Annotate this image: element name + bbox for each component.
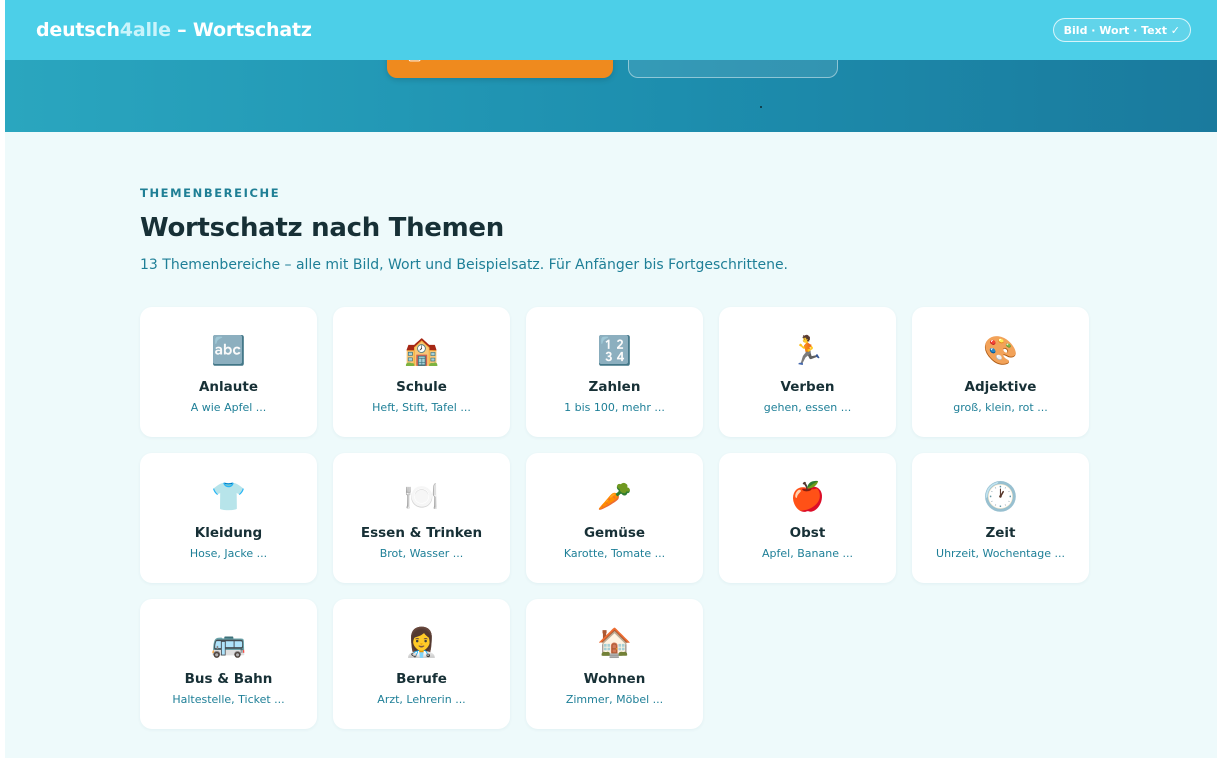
- school-icon: 🏫: [404, 334, 439, 367]
- topic-examples: Hose, Jacke ...: [189, 547, 268, 560]
- topic-examples: Heft, Stift, Tafel ...: [372, 401, 471, 414]
- doctor-icon: 👩‍⚕️: [404, 626, 439, 659]
- clock-icon: 🕐: [983, 480, 1018, 513]
- house-icon: 🏠: [597, 626, 632, 659]
- cursor-dot: [760, 106, 762, 108]
- topic-card[interactable]: 👩‍⚕️ Berufe Arzt, Lehrerin ...: [333, 599, 510, 729]
- topic-name: Kleidung: [194, 525, 263, 541]
- topic-card[interactable]: 👕 Kleidung Hose, Jacke ...: [140, 453, 317, 583]
- topic-card[interactable]: 🏫 Schule Heft, Stift, Tafel ...: [333, 307, 510, 437]
- bus-icon: 🚌: [211, 626, 246, 659]
- topic-card[interactable]: 🔢 Zahlen 1 bis 100, mehr ...: [526, 307, 703, 437]
- section-eyebrow: THEMENBEREICHE: [140, 186, 281, 200]
- section-title: Wortschatz nach Themen: [140, 213, 504, 243]
- topic-examples: Uhrzeit, Wochentage ...: [936, 547, 1065, 560]
- topic-name: Gemüse: [583, 525, 646, 541]
- running-icon: 🏃: [790, 334, 825, 367]
- topic-name: Zahlen: [588, 379, 641, 395]
- topic-examples: Arzt, Lehrerin ...: [377, 693, 466, 706]
- topic-examples: Apfel, Banane ...: [762, 547, 853, 560]
- topic-card[interactable]: 🔤 Anlaute A wie Apfel ...: [140, 307, 317, 437]
- topic-examples: gehen, essen ...: [763, 401, 852, 414]
- topic-card[interactable]: 🚌 Bus & Bahn Haltestelle, Ticket ...: [140, 599, 317, 729]
- topic-card[interactable]: 🍎 Obst Apfel, Banane ...: [719, 453, 896, 583]
- topics-section-header: THEMENBEREICHE Wortschatz nach Themen 13…: [140, 186, 1086, 273]
- topic-name: Wohnen: [583, 671, 646, 687]
- topic-examples: Karotte, Tomate ...: [563, 547, 666, 560]
- tshirt-icon: 👕: [211, 480, 246, 513]
- topic-card[interactable]: 🏃 Verben gehen, essen ...: [719, 307, 896, 437]
- abc-icon: 🔤: [211, 334, 246, 367]
- topic-card[interactable]: 🕐 Zeit Uhrzeit, Wochentage ...: [912, 453, 1089, 583]
- topic-card[interactable]: 🏠 Wohnen Zimmer, Möbel ...: [526, 599, 703, 729]
- topic-name: Anlaute: [198, 379, 259, 395]
- topic-card[interactable]: 🥕 Gemüse Karotte, Tomate ...: [526, 453, 703, 583]
- palette-icon: 🎨: [983, 334, 1018, 367]
- topic-examples: Brot, Wasser ...: [379, 547, 464, 560]
- topic-name: Verben: [780, 379, 835, 395]
- topic-examples: Zimmer, Möbel ...: [565, 693, 664, 706]
- topic-examples: 1 bis 100, mehr ...: [564, 401, 665, 414]
- site-logo[interactable]: deutsch4alle – Wortschatz: [36, 19, 312, 41]
- topic-examples: A wie Apfel ...: [190, 401, 267, 414]
- topic-name: Obst: [789, 525, 826, 541]
- topic-name: Berufe: [396, 671, 447, 687]
- topic-examples: Haltestelle, Ticket ...: [172, 693, 285, 706]
- brand-prefix: deutsch: [36, 19, 120, 41]
- carrot-icon: 🥕: [597, 480, 632, 513]
- topic-name: Essen & Trinken: [360, 525, 483, 541]
- topic-name: Schule: [396, 379, 447, 395]
- brand-accent: 4alle: [119, 19, 171, 41]
- plate-icon: 🍽️: [404, 480, 439, 513]
- feature-badge: Bild · Wort · Text ✓: [1052, 18, 1191, 42]
- topic-card[interactable]: 🍽️ Essen & Trinken Brot, Wasser ...: [333, 453, 510, 583]
- topic-name: Adjektive: [964, 379, 1037, 395]
- topic-name: Zeit: [985, 525, 1016, 541]
- brand-suffix: – Wortschatz: [170, 19, 312, 41]
- topics-grid: 🔤 Anlaute A wie Apfel ... 🏫 Schule Heft, Stif…: [140, 307, 1089, 729]
- apple-icon: 🍎: [790, 480, 825, 513]
- top-navigation-bar: deutsch4alle – Wortschatz Bild · Wort · …: [5, 0, 1217, 60]
- section-subtitle: 13 Themenbereiche – alle mit Bild, Wort …: [140, 257, 789, 273]
- numbers-icon: 🔢: [597, 334, 632, 367]
- topic-examples: groß, klein, rot ...: [953, 401, 1048, 414]
- page: 🃏 Lernkarten starten → Alle Themen anseh…: [5, 0, 1217, 758]
- topic-card[interactable]: 🎨 Adjektive groß, klein, rot ...: [912, 307, 1089, 437]
- topic-name: Bus & Bahn: [184, 671, 273, 687]
